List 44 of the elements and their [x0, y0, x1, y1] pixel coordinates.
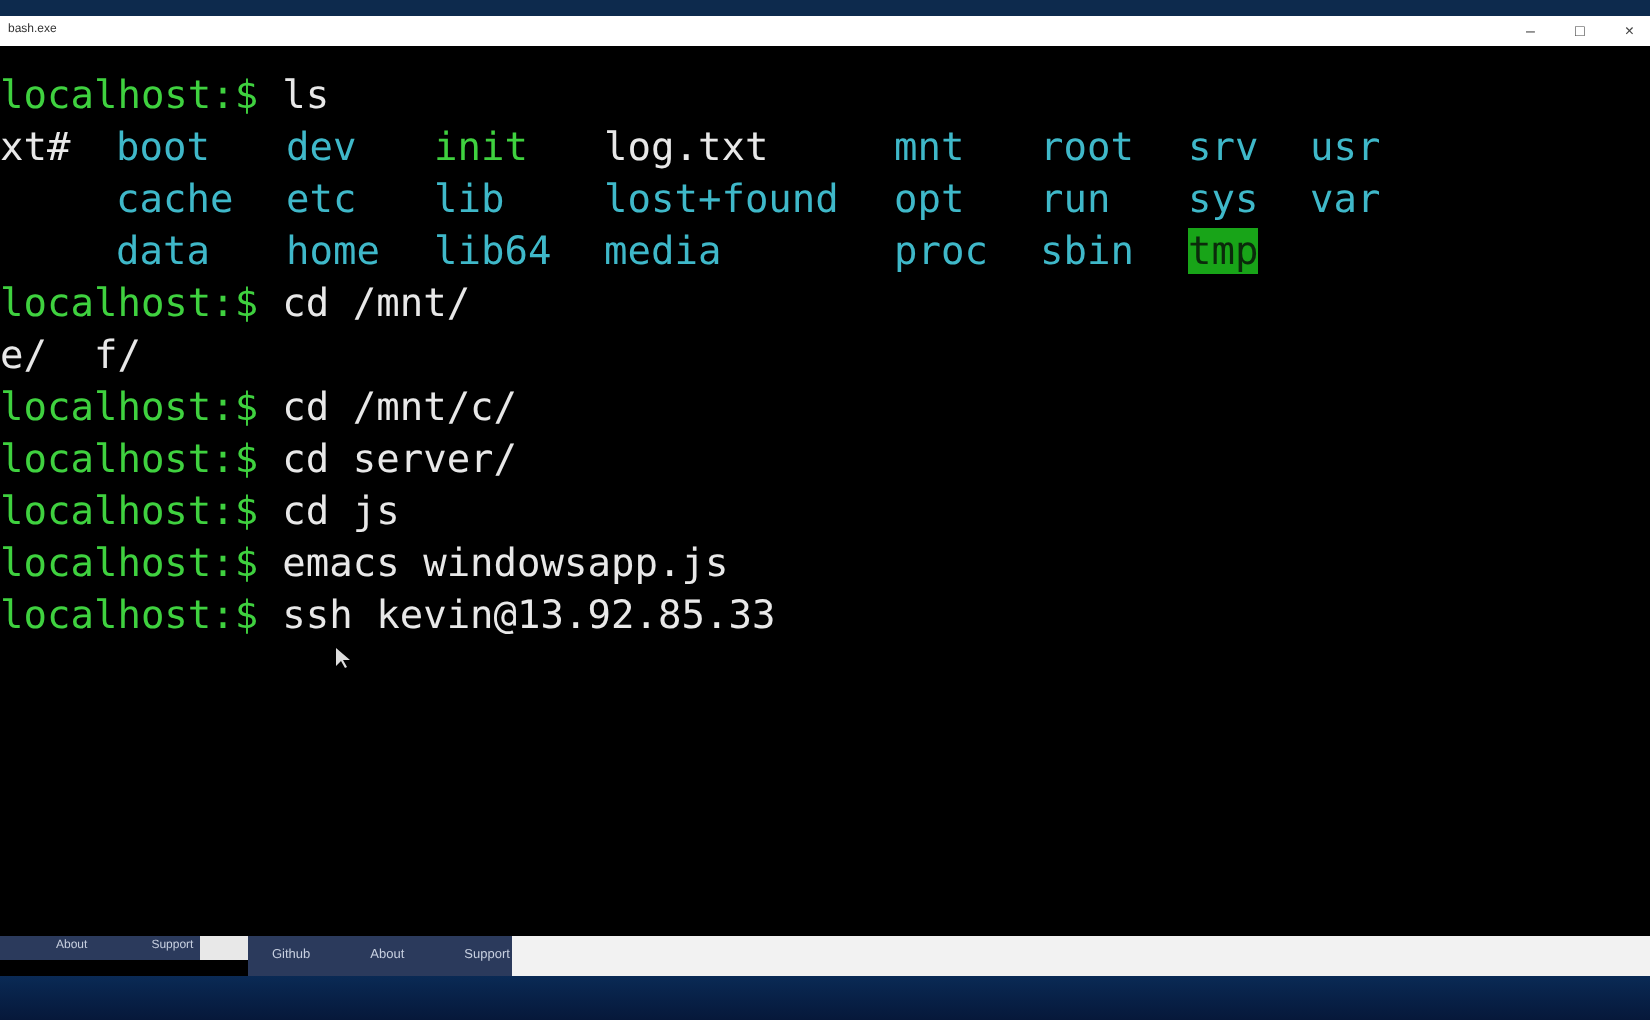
file-name: srv	[1188, 124, 1259, 170]
file-name: lib64	[434, 228, 552, 274]
prompt: localhost:$	[0, 382, 259, 434]
file-name: sys	[1188, 176, 1259, 222]
command-text: cd /mnt/	[282, 278, 471, 330]
file-name: lib	[434, 176, 505, 222]
file-name: boot	[116, 124, 210, 170]
file-name: home	[286, 228, 380, 274]
command-text: ssh kevin@13.92.85.33	[282, 590, 776, 642]
file-name: var	[1310, 176, 1381, 222]
file-name: run	[1040, 176, 1111, 222]
file-name: dev	[286, 124, 357, 170]
command-text: emacs windowsapp.js	[282, 538, 729, 590]
file-name: data	[116, 228, 210, 274]
window-control[interactable]: ×	[1616, 23, 1642, 39]
mouse-cursor-icon	[336, 648, 350, 668]
file-name: init	[434, 124, 528, 170]
file-name: tmp	[1188, 228, 1259, 274]
file-name: root	[1040, 124, 1134, 170]
prompt: localhost:$	[0, 434, 259, 486]
file-name: media	[604, 228, 722, 274]
prompt: localhost:$	[0, 538, 259, 590]
prompt: localhost:$	[0, 278, 259, 330]
file-name: cache	[116, 176, 234, 222]
file-name: lost+found	[604, 176, 839, 222]
file-name: log.txt	[604, 124, 769, 170]
file-name: etc	[286, 176, 357, 222]
file-name: mnt	[894, 124, 965, 170]
command-text: cd server/	[282, 434, 518, 486]
file-name: proc	[894, 228, 988, 274]
file-name: opt	[894, 176, 965, 222]
prompt: localhost:$	[0, 70, 259, 122]
output-text: e/ f/	[0, 332, 141, 378]
file-name: xt#	[0, 124, 71, 170]
window-control[interactable]: –	[1518, 23, 1543, 39]
file-name: sbin	[1040, 228, 1134, 274]
command-text: ls	[282, 70, 330, 122]
command-text: cd js	[282, 486, 400, 538]
page-strip	[200, 936, 248, 960]
prompt: localhost:$	[0, 590, 259, 642]
window-control[interactable]: □	[1566, 23, 1593, 39]
file-name: usr	[1310, 124, 1381, 170]
command-text: cd /mnt/c/	[282, 382, 518, 434]
prompt: localhost:$	[0, 486, 259, 538]
